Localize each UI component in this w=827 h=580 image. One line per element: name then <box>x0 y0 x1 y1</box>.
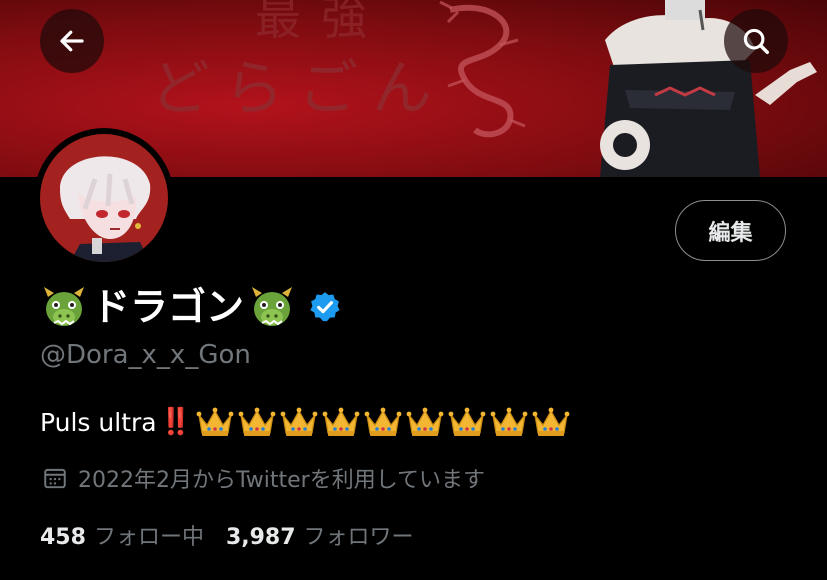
back-arrow-icon <box>60 30 84 52</box>
double-exclamation-icon: ‼️ <box>159 407 192 437</box>
crown-icon <box>196 407 234 436</box>
following-label: フォロー中 <box>93 525 204 550</box>
following-link[interactable]: 458 フォロー中 <box>40 519 204 551</box>
crown-icon <box>322 407 360 436</box>
followers-label: フォロワー <box>303 525 414 550</box>
search-icon <box>743 28 769 54</box>
join-date: 2022年2月からTwitterを利用しています <box>42 462 485 494</box>
profile-avatar[interactable] <box>34 128 174 268</box>
crown-icon <box>532 407 570 436</box>
display-name: ドラゴン <box>92 285 245 329</box>
crown-icon <box>406 407 444 436</box>
dragon-face-emoji-icon <box>44 287 84 326</box>
crown-icon <box>490 407 528 436</box>
profile-bio: Puls ultra ‼️ <box>40 402 574 442</box>
following-count: 458 <box>40 525 86 550</box>
bio-text: Puls ultra <box>40 407 157 437</box>
character-illustration <box>600 0 817 177</box>
join-date-text: 2022年2月からTwitterを利用しています <box>78 468 486 493</box>
calendar-icon <box>44 468 66 489</box>
edit-profile-button[interactable]: 編集 <box>675 200 786 261</box>
user-handle: @Dora_x_x_Gon <box>40 340 251 370</box>
banner-title: どらごん <box>150 54 446 124</box>
search-button[interactable] <box>724 9 788 73</box>
back-button[interactable] <box>40 9 104 73</box>
crown-icon <box>364 407 402 436</box>
crown-icon <box>238 407 276 436</box>
crown-emoji-list <box>196 405 574 439</box>
display-name-row: ドラゴン <box>40 283 342 331</box>
follow-stats: 458 フォロー中 3,987 フォロワー <box>40 517 414 553</box>
followers-count: 3,987 <box>225 525 296 550</box>
crown-icon <box>448 407 486 436</box>
followers-link[interactable]: 3,987 フォロワー <box>226 519 414 551</box>
dragon-face-emoji-icon <box>252 287 293 326</box>
dragon-illustration <box>439 0 526 138</box>
verified-badge-icon[interactable] <box>308 290 342 324</box>
avatar-image <box>40 134 168 262</box>
crown-icon <box>280 407 318 436</box>
